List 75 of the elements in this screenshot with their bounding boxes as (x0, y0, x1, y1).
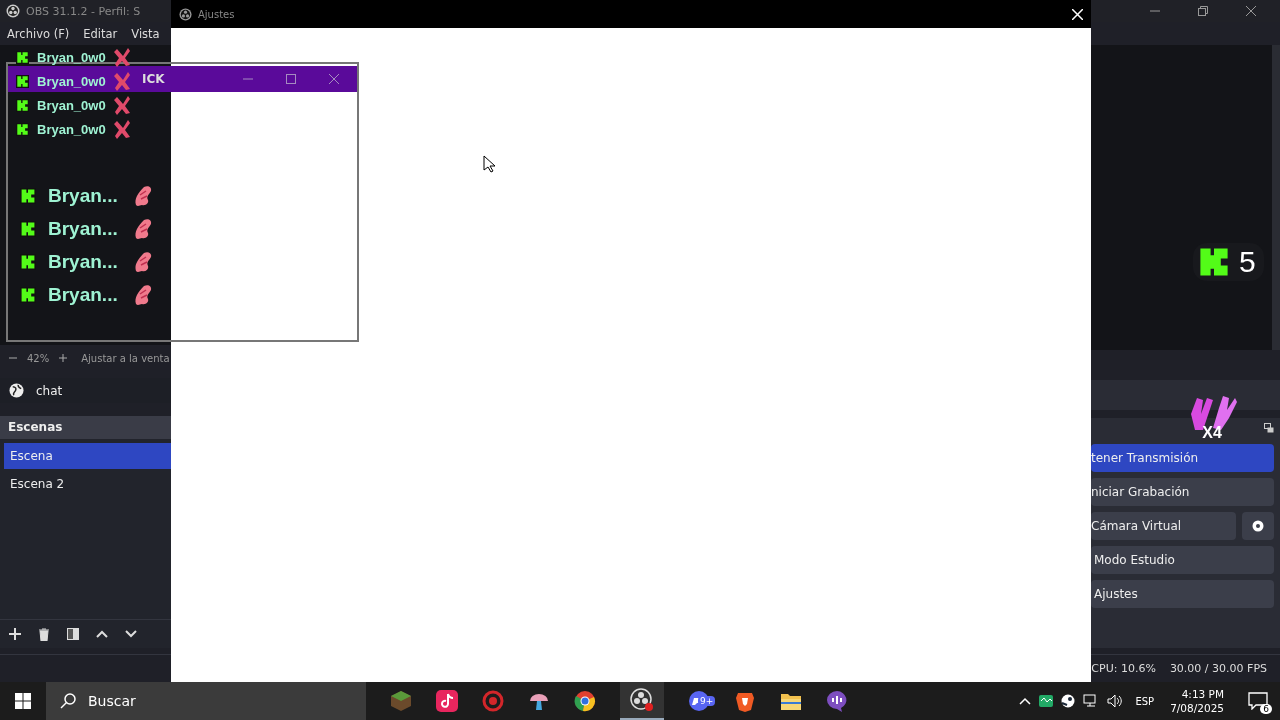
add-icon[interactable] (9, 628, 21, 640)
menu-item[interactable]: Editar (83, 26, 118, 41)
app-logo-icon (179, 7, 192, 21)
control-button[interactable]: Ajustes (1091, 580, 1274, 608)
fps-readout: 30.00 / 30.00 FPS (1169, 662, 1267, 675)
speech-bubble-icon[interactable] (826, 690, 848, 712)
emote-icon (113, 119, 132, 139)
logo-icon (1197, 245, 1231, 279)
target-icon[interactable] (482, 690, 504, 712)
emote-icon (113, 47, 132, 67)
chat-username: Bryan_0w0 (37, 49, 106, 65)
logo-icon (20, 187, 36, 204)
chat-username: Bryan_0w0 (37, 73, 106, 89)
recording-app-icon[interactable] (630, 688, 654, 712)
logo-icon (16, 98, 29, 112)
window-title: ICK (142, 72, 165, 86)
chat-username: Bryan... (48, 283, 118, 306)
restore-icon[interactable] (1198, 6, 1208, 16)
logo-icon (20, 286, 36, 303)
trash-icon[interactable] (38, 627, 50, 641)
speaker-icon[interactable] (1107, 694, 1124, 708)
notification-badge: 9+ (698, 696, 716, 706)
mouse-cursor-icon (483, 155, 495, 173)
chevron-up-icon[interactable] (96, 630, 108, 638)
logo-icon (20, 253, 36, 270)
browser-icon[interactable] (574, 690, 596, 712)
chat-username: Bryan_0w0 (37, 97, 106, 113)
logo-icon (20, 220, 36, 237)
settings-button[interactable] (1242, 512, 1274, 540)
zoom-level: 42% (27, 352, 50, 364)
emote-icon (113, 95, 132, 115)
globe-icon (9, 383, 24, 398)
start-icon[interactable] (15, 693, 31, 709)
maximize-icon[interactable] (286, 74, 296, 84)
chat-username: Bryan_0w0 (37, 121, 106, 137)
scene-item[interactable]: Escena 2 (4, 471, 171, 497)
window-title: Ajustes (198, 8, 235, 20)
scene-item[interactable]: Escena (4, 443, 171, 469)
fit-window-button[interactable]: Ajustar a la venta (81, 352, 170, 364)
menu-item[interactable]: Vista (131, 26, 160, 41)
emote-icon (113, 71, 132, 91)
control-button[interactable]: niciar Grabación (1091, 478, 1274, 506)
grass-block-icon[interactable] (390, 690, 412, 712)
gear-icon (1251, 519, 1265, 533)
reaction-count: X4 (1202, 424, 1222, 442)
tray-app-icon[interactable] (1039, 695, 1054, 707)
search-field[interactable]: Buscar (86, 692, 290, 710)
viewer-badge: 5 (1193, 243, 1264, 281)
chat-username: Bryan... (48, 184, 118, 207)
logo-icon (16, 122, 29, 136)
notification-button[interactable]: 6 (1244, 687, 1272, 715)
cpu-usage: CPU: 10.6% (1091, 662, 1156, 675)
chat-username: Bryan... (48, 217, 118, 240)
window-title: OBS 31.1.2 - Perfil: S (26, 4, 141, 18)
control-button[interactable]: Cámara Virtual (1091, 512, 1236, 540)
filter-icon[interactable] (67, 628, 79, 640)
control-button[interactable]: Modo Estudio (1091, 546, 1274, 574)
chevron-down-icon[interactable] (125, 630, 137, 638)
language-indicator[interactable]: ESP (1135, 695, 1155, 707)
menu-item[interactable]: Archivo (F) (7, 26, 70, 41)
undock-icon[interactable] (1264, 423, 1274, 433)
zoom-out-icon[interactable] (9, 354, 17, 362)
logo-icon (16, 50, 29, 64)
close-icon[interactable] (1246, 6, 1256, 16)
app-logo-icon (6, 4, 20, 18)
search-icon (60, 693, 76, 709)
shield-icon[interactable] (734, 690, 756, 712)
chat-username: Bryan... (48, 250, 118, 273)
zoom-in-icon[interactable] (59, 354, 68, 362)
clock[interactable]: 4:13 PM 7/08/2025 (1170, 687, 1224, 715)
folder-icon[interactable] (780, 691, 802, 711)
search-bar[interactable]: Buscar (46, 682, 366, 720)
dock-title: Escenas (0, 416, 171, 439)
music-note-icon[interactable] (436, 690, 458, 712)
control-button[interactable]: tener Transmisión (1091, 444, 1274, 472)
